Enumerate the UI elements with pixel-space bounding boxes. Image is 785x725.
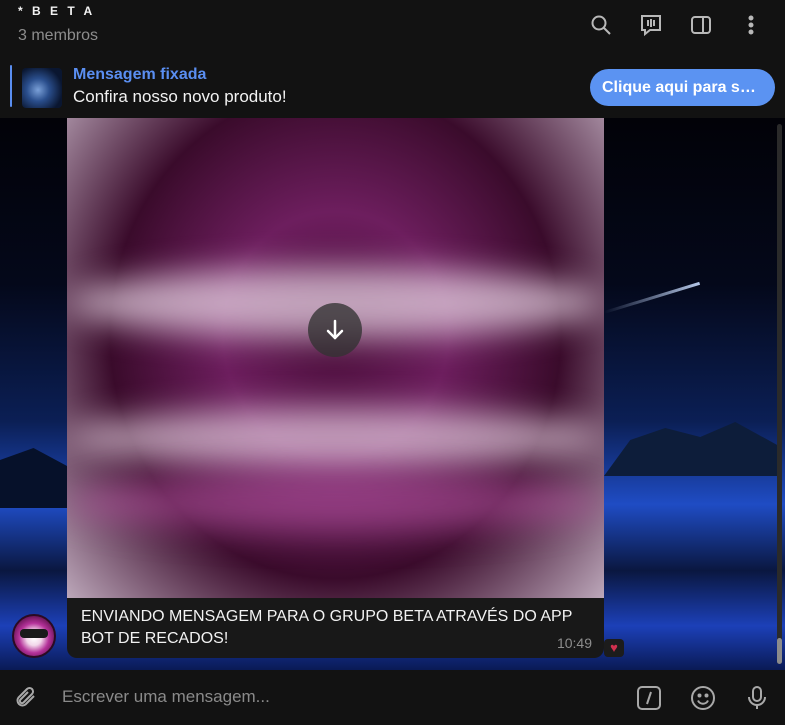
member-count: 3 membros (18, 27, 99, 44)
message-bubble[interactable]: ENVIANDO MENSAGEM PARA O GRUPO BETA ATRA… (67, 118, 604, 658)
chat-messages-area[interactable]: ENVIANDO MENSAGEM PARA O GRUPO BETA ATRA… (0, 118, 785, 670)
avatar[interactable] (12, 614, 56, 658)
background-mountain (604, 422, 779, 476)
chat-header[interactable]: * B E T A 3 membros (0, 0, 785, 58)
background-meteor (603, 281, 701, 314)
sidebar-toggle-icon[interactable] (683, 9, 719, 41)
avatar-visor (20, 629, 48, 638)
message-caption: ENVIANDO MENSAGEM PARA O GRUPO BETA ATRA… (81, 608, 573, 647)
media-blur-band (67, 408, 604, 468)
search-icon[interactable] (583, 9, 619, 41)
microphone-icon[interactable] (740, 681, 774, 715)
bot-command-icon[interactable] (632, 681, 666, 715)
message-composer (0, 670, 785, 725)
header-actions (583, 9, 769, 41)
background-mountain-left (0, 448, 67, 508)
live-chat-icon[interactable] (633, 9, 669, 41)
chat-title[interactable]: * B E T A (18, 4, 95, 18)
attach-icon[interactable] (10, 681, 44, 715)
scrollbar[interactable] (777, 124, 782, 664)
pinned-text: Confira nosso novo produto! (73, 87, 287, 106)
more-vert-icon[interactable] (733, 9, 769, 41)
pinned-message-bar[interactable]: Mensagem fixada Confira nosso novo produ… (0, 58, 785, 118)
emoji-icon[interactable] (686, 681, 720, 715)
media-blur-band (67, 473, 604, 533)
download-arrow-icon[interactable] (308, 303, 362, 357)
scrollbar-thumb[interactable] (777, 638, 782, 664)
pinned-thumbnail (22, 68, 62, 108)
media-preview[interactable] (67, 118, 604, 598)
pinned-indicator (10, 65, 12, 107)
pinned-action-button[interactable]: Clique aqui para saber mais (590, 69, 775, 106)
pinned-title: Mensagem fixada (73, 66, 207, 83)
message-time: 10:49 (556, 635, 592, 651)
message-input[interactable] (62, 685, 602, 709)
heart-reaction-icon[interactable]: ♥ (604, 639, 624, 657)
